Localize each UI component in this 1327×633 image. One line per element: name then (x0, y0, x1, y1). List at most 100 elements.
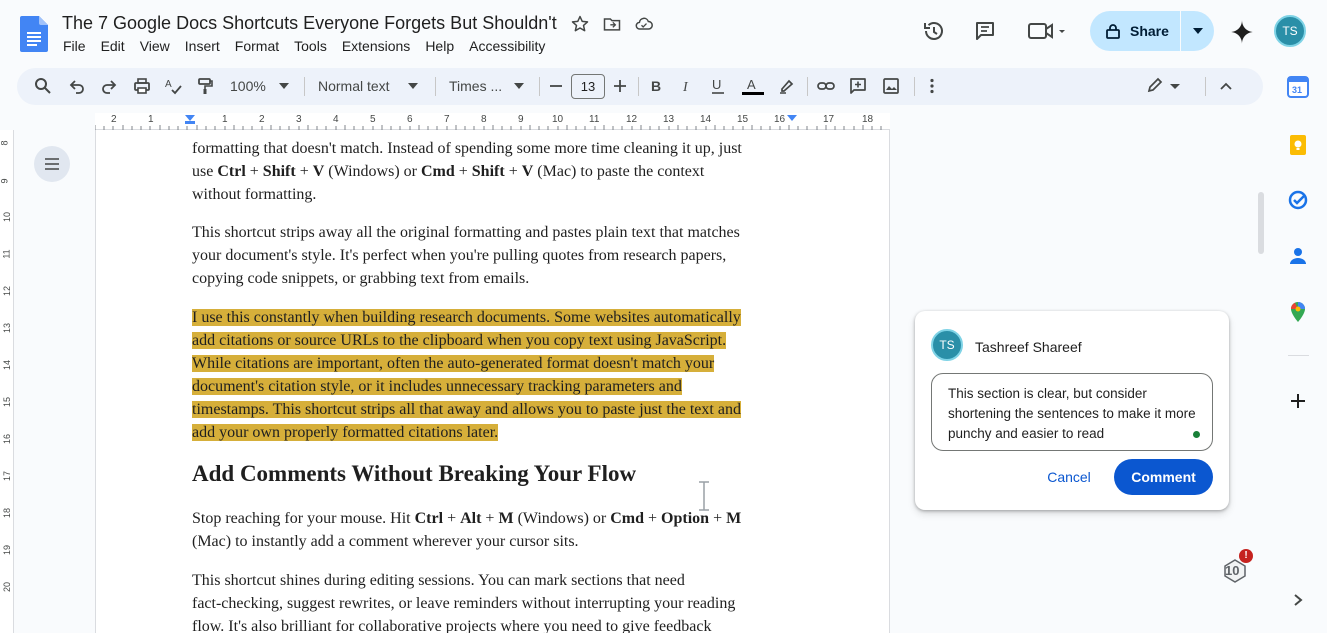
more-options-icon[interactable] (923, 77, 941, 95)
account-avatar[interactable]: TS (1274, 15, 1306, 47)
collapse-menus-icon[interactable] (1217, 77, 1235, 95)
text-run: + (454, 163, 472, 180)
cloud-saved-icon[interactable] (634, 14, 654, 34)
maps-icon[interactable] (1287, 301, 1309, 323)
insert-link-icon[interactable] (817, 77, 835, 95)
ruler-number: 15 (2, 396, 13, 408)
text-run: Option (661, 510, 710, 527)
ruler-number: 2 (111, 114, 117, 125)
assistant-badge[interactable]: 10 ! (1221, 549, 1253, 585)
menu-view[interactable]: View (140, 38, 170, 54)
svg-text:U: U (712, 77, 721, 92)
font-size-input[interactable]: 13 (571, 74, 605, 99)
bold-icon[interactable]: B (647, 77, 665, 95)
search-menus-icon[interactable] (34, 77, 52, 95)
new-comment-card: TS Tashreef Shareef This section is clea… (915, 311, 1229, 510)
ruler-number: 20 (2, 581, 13, 593)
menu-insert[interactable]: Insert (185, 38, 220, 54)
docs-logo-icon[interactable] (20, 16, 48, 52)
move-folder-icon[interactable] (602, 14, 622, 34)
highlight-color-icon[interactable] (778, 77, 796, 95)
document-page[interactable]: formatting that doesn't match. Instead o… (95, 130, 890, 633)
ruler-number: 12 (626, 114, 638, 125)
contacts-icon[interactable] (1287, 245, 1309, 267)
zoom-select[interactable]: 100% (230, 78, 266, 94)
menu-edit[interactable]: Edit (101, 38, 125, 54)
text-line: add your own properly formatted citation… (192, 421, 792, 444)
svg-text:I: I (682, 80, 689, 95)
comment-input[interactable]: This section is clear, but consider shor… (931, 373, 1213, 451)
italic-icon[interactable]: I (678, 77, 696, 95)
text-line: (Mac) to instantly add a comment whereve… (192, 533, 579, 550)
paint-format-icon[interactable] (196, 77, 214, 95)
font-caret-icon (514, 83, 524, 89)
gemini-icon[interactable] (1229, 19, 1255, 45)
vertical-ruler[interactable]: 8 9 10 11 12 13 14 15 16 17 18 19 20 (0, 130, 14, 633)
text-run: M (498, 510, 514, 527)
document-title[interactable]: The 7 Google Docs Shortcuts Everyone For… (62, 13, 557, 34)
vertical-scrollbar[interactable] (1258, 192, 1264, 254)
highlighted-text: add your own properly formatted citation… (192, 424, 499, 441)
spellcheck-icon[interactable]: A (164, 77, 182, 95)
text-run: Ctrl (414, 510, 444, 527)
editing-mode-icon[interactable] (1146, 77, 1180, 95)
share-options-button[interactable] (1181, 28, 1214, 34)
ruler-number: 17 (823, 114, 835, 125)
menu-file[interactable]: File (63, 38, 86, 54)
calendar-icon[interactable]: 31 (1287, 76, 1309, 98)
print-icon[interactable] (133, 77, 151, 95)
ruler-number: 3 (296, 114, 302, 125)
keep-icon[interactable] (1287, 134, 1309, 156)
submit-comment-button[interactable]: Comment (1114, 459, 1213, 495)
text-color-icon[interactable]: A (741, 77, 765, 95)
version-history-icon[interactable] (922, 19, 946, 43)
menu-accessibility[interactable]: Accessibility (469, 38, 545, 54)
add-comment-icon[interactable] (849, 77, 867, 95)
font-select[interactable]: Times ... (449, 78, 502, 94)
redo-icon[interactable] (100, 77, 118, 95)
ruler-number: 10 (552, 114, 564, 125)
ruler-number: 1 (222, 114, 228, 125)
ruler-number: 16 (2, 433, 13, 445)
decrease-font-size-icon[interactable] (547, 77, 565, 95)
text-run: + (504, 163, 522, 180)
text-line: timestamps. This shortcut strips all tha… (192, 398, 792, 421)
ruler-number: 5 (370, 114, 376, 125)
menu-tools[interactable]: Tools (294, 38, 327, 54)
text-run: + (245, 163, 263, 180)
cancel-comment-button[interactable]: Cancel (1033, 460, 1105, 494)
text-line: This shortcut strips away all the origin… (192, 224, 740, 241)
star-icon[interactable] (570, 14, 590, 34)
text-line: copying code snippets, or grabbing text … (192, 270, 530, 287)
undo-icon[interactable] (68, 77, 86, 95)
text-run: + (295, 163, 313, 180)
highlighted-paragraph[interactable]: I use this constantly when building rese… (192, 306, 792, 444)
divider (638, 77, 639, 96)
ruler-number: 11 (1, 249, 12, 259)
menu-extensions[interactable]: Extensions (342, 38, 410, 54)
document-outline-button[interactable] (34, 146, 70, 182)
horizontal-ruler[interactable]: 2 1 1 2 3 4 5 6 7 8 9 10 11 12 13 14 15 … (95, 113, 890, 130)
svg-text:A: A (165, 79, 172, 90)
divider (1205, 77, 1206, 96)
ruler-number: 19 (2, 544, 13, 556)
ruler-number: 15 (737, 114, 749, 125)
insert-image-icon[interactable] (882, 77, 900, 95)
comments-icon[interactable] (973, 19, 997, 43)
divider (304, 77, 305, 96)
menu-format[interactable]: Format (235, 38, 279, 54)
increase-font-size-icon[interactable] (611, 77, 629, 95)
chevron-right-icon[interactable] (1291, 593, 1305, 607)
style-select[interactable]: Normal text (318, 78, 390, 94)
underline-icon[interactable]: U (709, 77, 727, 95)
meet-icon[interactable] (1027, 20, 1067, 42)
get-addons-icon[interactable] (1287, 390, 1309, 412)
text-run: Cmd (610, 510, 645, 527)
tasks-icon[interactable] (1287, 189, 1309, 211)
caret-down-icon (1192, 28, 1203, 34)
menu-help[interactable]: Help (425, 38, 454, 54)
text-cursor-icon (699, 481, 709, 511)
share-button[interactable]: Share (1090, 11, 1181, 51)
text-run: + (481, 510, 499, 527)
ruler-number: 9 (518, 114, 524, 125)
